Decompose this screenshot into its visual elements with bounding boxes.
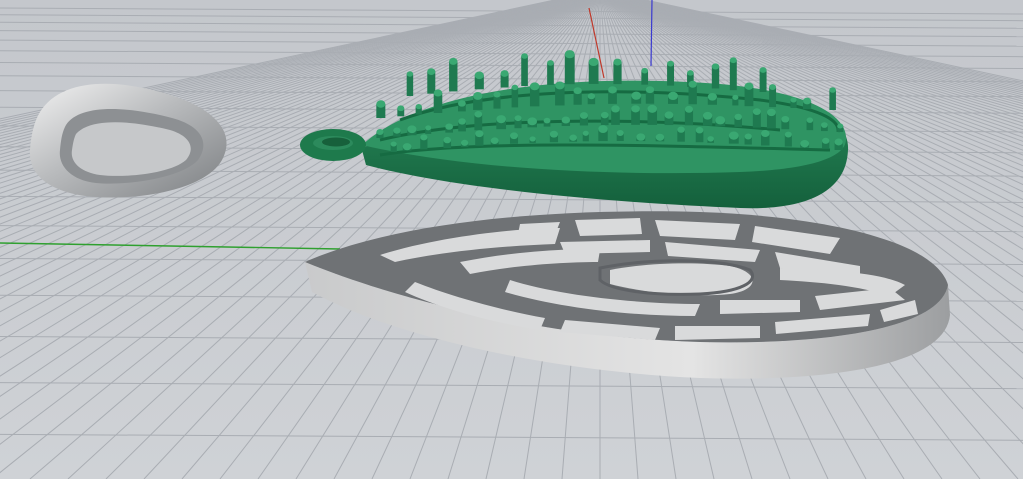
bead: [458, 100, 466, 112]
bead: [744, 82, 754, 107]
bead: [511, 84, 519, 108]
bead: [684, 105, 694, 126]
bead: [707, 136, 714, 143]
bead: [608, 86, 617, 104]
bead: [790, 97, 797, 108]
bead: [806, 117, 814, 131]
bead: [474, 110, 483, 131]
bead: [474, 71, 484, 90]
bead: [376, 100, 386, 118]
bead: [645, 86, 655, 104]
3d-viewport[interactable]: [0, 0, 1023, 479]
bead: [631, 105, 640, 125]
bead: [543, 117, 551, 127]
bead: [521, 53, 528, 87]
bead: [579, 112, 589, 126]
bead: [668, 91, 678, 104]
bead: [420, 134, 428, 150]
bead: [734, 113, 743, 127]
bead: [631, 91, 642, 104]
bead: [655, 133, 665, 142]
bead: [390, 141, 397, 152]
bead: [425, 125, 432, 134]
bead: [475, 130, 484, 146]
bead: [829, 87, 836, 110]
bead: [587, 93, 596, 105]
bead: [509, 132, 519, 144]
bead: [715, 116, 726, 127]
bead: [784, 131, 792, 147]
bead: [707, 92, 717, 105]
bead: [397, 105, 405, 117]
bead: [600, 111, 609, 126]
bead: [781, 115, 790, 130]
bead: [820, 122, 828, 132]
bead: [752, 108, 761, 128]
bead: [433, 89, 443, 113]
bead: [647, 104, 658, 125]
bead: [573, 87, 582, 105]
bead: [561, 116, 571, 126]
bead: [496, 115, 507, 130]
bead: [473, 92, 483, 110]
bead: [555, 81, 565, 106]
bead: [611, 105, 620, 125]
bead: [449, 57, 458, 92]
bead: [514, 115, 522, 129]
bead: [761, 129, 770, 146]
bead: [641, 67, 649, 85]
bead: [376, 129, 384, 138]
bead: [598, 125, 608, 142]
bead: [569, 134, 578, 142]
bead: [406, 71, 414, 96]
bead: [460, 139, 469, 147]
bead: [582, 130, 589, 142]
bead: [728, 131, 739, 144]
bead: [702, 111, 713, 126]
bead: [549, 130, 559, 143]
bead: [616, 130, 624, 141]
bead: [547, 60, 554, 85]
bead: [529, 136, 536, 143]
bead: [415, 104, 422, 115]
bead: [744, 133, 752, 145]
bead: [766, 108, 776, 129]
bead: [445, 123, 453, 133]
bead: [729, 57, 737, 91]
bead: [732, 94, 739, 106]
bead: [667, 60, 675, 86]
bead: [407, 125, 417, 136]
bead: [677, 126, 685, 142]
bead: [636, 133, 646, 142]
bead: [493, 91, 501, 109]
bead: [834, 138, 843, 150]
bead: [759, 67, 767, 92]
bead: [769, 84, 777, 108]
bead: [711, 63, 720, 89]
bead: [393, 127, 401, 137]
bead: [803, 97, 812, 109]
bead: [688, 80, 697, 105]
bead: [402, 143, 412, 151]
bead: [822, 137, 830, 149]
bead: [695, 127, 704, 143]
bead: [527, 117, 537, 128]
bead: [427, 68, 436, 94]
bead: [458, 118, 466, 132]
bead: [490, 137, 499, 145]
bead: [500, 70, 509, 88]
bead: [664, 111, 674, 126]
bead: [613, 58, 622, 85]
bead: [588, 57, 599, 84]
bead: [800, 139, 810, 148]
hanging-loop: [300, 129, 366, 161]
bead: [529, 82, 540, 107]
bead: [443, 136, 452, 149]
bead: [837, 123, 844, 132]
bead: [564, 50, 575, 85]
